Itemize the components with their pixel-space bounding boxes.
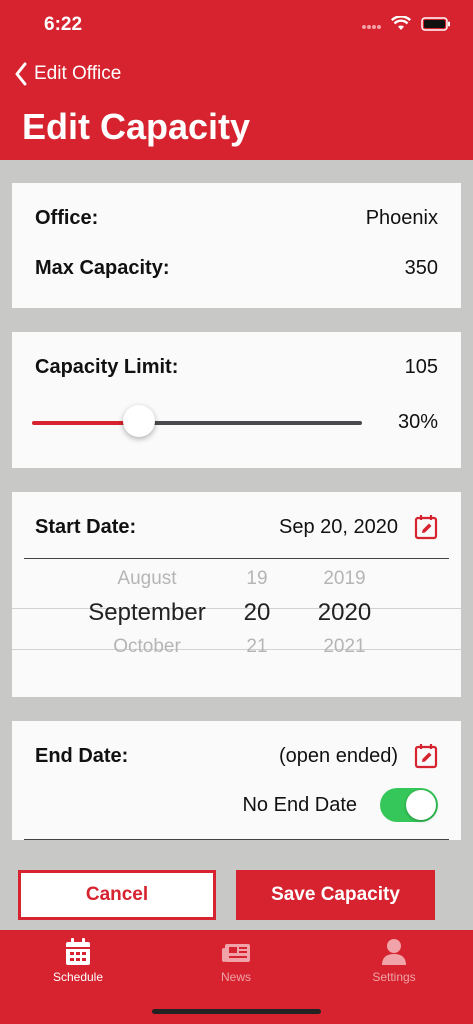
cancel-button[interactable]: Cancel bbox=[18, 870, 216, 920]
picker-day-column[interactable]: 19 20 21 bbox=[227, 562, 287, 664]
calendar-icon bbox=[66, 938, 90, 965]
end-date-divider bbox=[24, 839, 449, 840]
office-value: Phoenix bbox=[365, 207, 438, 229]
newspaper-icon bbox=[222, 944, 250, 962]
picker-month-prev: August bbox=[117, 568, 177, 589]
office-row: Office: Phoenix bbox=[35, 207, 438, 230]
calendar-edit-icon[interactable] bbox=[414, 514, 438, 540]
capacity-slider[interactable] bbox=[32, 403, 362, 443]
capacity-limit-label: Capacity Limit: bbox=[35, 356, 179, 378]
status-time: 6:22 bbox=[44, 14, 83, 35]
start-date-picker[interactable]: August September October 19 20 21 2019 2… bbox=[12, 562, 461, 678]
picker-month-next: October bbox=[113, 636, 181, 657]
end-date-value[interactable]: (open ended) bbox=[279, 745, 398, 768]
start-date-card: Start Date: Sep 20, 2020 August Septembe… bbox=[12, 492, 461, 697]
start-date-value[interactable]: Sep 20, 2020 bbox=[279, 516, 398, 539]
picker-day-selected: 20 bbox=[243, 599, 271, 626]
start-date-row: Start Date: Sep 20, 2020 bbox=[35, 514, 438, 540]
save-capacity-button[interactable]: Save Capacity bbox=[236, 870, 435, 920]
back-button[interactable]: Edit Office bbox=[14, 62, 121, 86]
app-header: 6:22 Edit Office Edit Capacity bbox=[0, 0, 473, 160]
chevron-left-icon bbox=[15, 62, 27, 86]
end-date-card: End Date: (open ended) No End Date bbox=[12, 721, 461, 840]
battery-icon bbox=[421, 16, 450, 31]
end-date-row: End Date: (open ended) bbox=[35, 743, 438, 769]
tab-news[interactable]: News bbox=[176, 938, 296, 984]
tab-settings[interactable]: Settings bbox=[334, 938, 454, 984]
signal-icon bbox=[362, 24, 381, 29]
tab-schedule[interactable]: Schedule bbox=[18, 938, 138, 984]
picker-year-selected: 2020 bbox=[317, 599, 372, 626]
picker-month-column[interactable]: August September October bbox=[72, 562, 222, 664]
office-card: Office: Phoenix Max Capacity: 350 bbox=[12, 183, 461, 308]
home-indicator bbox=[152, 1009, 321, 1014]
max-capacity-label: Max Capacity: bbox=[35, 257, 170, 279]
page-title: Edit Capacity bbox=[22, 106, 251, 147]
picker-year-column[interactable]: 2019 2020 2021 bbox=[302, 562, 387, 664]
tab-news-label: News bbox=[220, 970, 251, 984]
capacity-limit-row: Capacity Limit: 105 bbox=[35, 356, 438, 379]
tab-schedule-label: Schedule bbox=[52, 970, 104, 984]
picker-year-next: 2021 bbox=[323, 636, 366, 657]
user-icon bbox=[382, 939, 406, 965]
no-end-date-label: No End Date bbox=[242, 794, 357, 816]
capacity-card: Capacity Limit: 105 30% bbox=[12, 332, 461, 468]
slider-thumb[interactable] bbox=[123, 405, 155, 437]
max-capacity-row: Max Capacity: 350 bbox=[35, 257, 438, 280]
tab-settings-label: Settings bbox=[372, 970, 416, 984]
end-date-label: End Date: bbox=[35, 744, 129, 767]
capacity-percent: 30% bbox=[397, 411, 438, 433]
start-date-label: Start Date: bbox=[35, 515, 137, 538]
capacity-limit-value: 105 bbox=[404, 356, 438, 378]
picker-day-prev: 19 bbox=[246, 568, 268, 589]
no-end-date-toggle[interactable] bbox=[380, 788, 438, 822]
calendar-edit-icon[interactable] bbox=[414, 743, 438, 769]
toggle-knob bbox=[406, 790, 436, 820]
picker-day-next: 21 bbox=[246, 636, 268, 657]
back-label: Edit Office bbox=[34, 63, 122, 84]
start-date-divider bbox=[24, 558, 449, 559]
picker-month-selected: September bbox=[88, 599, 206, 626]
office-label: Office: bbox=[35, 207, 99, 229]
status-icons bbox=[361, 16, 451, 31]
max-capacity-value: 350 bbox=[404, 257, 438, 279]
picker-year-prev: 2019 bbox=[323, 568, 366, 589]
wifi-icon bbox=[391, 16, 411, 30]
slider-track-empty bbox=[139, 421, 362, 425]
